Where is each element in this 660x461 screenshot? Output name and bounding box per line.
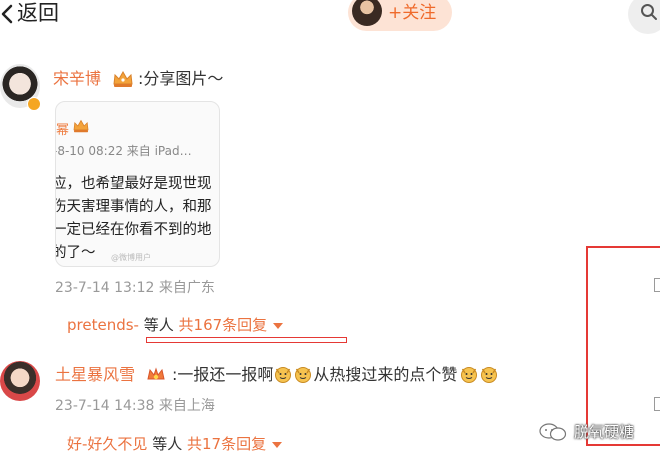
reply-user-name[interactable]: 好-好久不见 <box>67 435 147 453</box>
wechat-logo-icon <box>539 423 567 441</box>
card-text-line: 一定已经在你看不到的地 <box>55 222 212 238</box>
card-text-line: 伤天害理事情的人，和那 <box>55 199 212 215</box>
comment-timestamp: 23-7-14 14:38 来自上海 <box>55 398 215 414</box>
watermark-text: 脱氧硬糖 <box>574 423 635 441</box>
caret-down-icon[interactable] <box>272 441 283 449</box>
back-chevron-icon[interactable] <box>0 0 14 28</box>
reply-summary[interactable]: 好-好久不见 等人 共17条回复 <box>67 433 283 455</box>
comment-text: :分享图片～ <box>138 69 224 88</box>
comment-user-name[interactable]: 宋辛博 <box>53 68 101 90</box>
cropped-icon-fragment <box>654 397 660 411</box>
comment-text: :一报还一报啊 从热搜过来的点个赞 <box>172 364 499 386</box>
crown-icon <box>147 367 165 380</box>
reply-count-link[interactable]: 共17条回复 <box>187 435 266 453</box>
card-watermark: @微博用户 <box>111 253 151 262</box>
annotation-box <box>586 246 660 446</box>
card-text-line: 应，也希望最好是现世现 <box>55 176 212 192</box>
emoji-dog-icon <box>461 367 478 383</box>
crown-icon <box>113 70 133 87</box>
reply-user-name[interactable]: pretends- <box>67 316 139 334</box>
emoji-dog-icon <box>481 367 498 383</box>
search-icon <box>641 4 657 20</box>
emoji-dog-icon <box>275 367 292 383</box>
card-user-name: 幂 <box>56 123 70 138</box>
comment-user-name[interactable]: 土星暴风雪 <box>55 364 135 386</box>
shared-image-card[interactable]: 幂 -8-10 08:22 来自 iPad… 应，也希望最好是现世现 伤天害理事… <box>55 101 220 267</box>
follow-button-label[interactable]: +关注 <box>388 1 436 25</box>
caret-down-icon[interactable] <box>273 322 284 330</box>
card-meta: -8-10 08:22 来自 iPad… <box>55 144 192 158</box>
reply-summary[interactable]: pretends- 等人 共167条回复 <box>67 314 284 336</box>
annotation-underline <box>146 337 347 343</box>
comment-timestamp: 23-7-14 13:12 来自广东 <box>55 280 215 296</box>
card-text-line: 的了～ <box>55 245 96 261</box>
reply-count-link[interactable]: 共167条回复 <box>179 316 268 334</box>
reply-others-label: 等人 <box>152 435 183 453</box>
back-button-label[interactable]: 返回 <box>17 0 59 27</box>
verified-badge-icon <box>27 97 41 111</box>
comment-text-part: 从热搜过来的点个赞 <box>313 365 458 384</box>
emoji-dog-icon <box>295 367 312 383</box>
cropped-icon-fragment <box>654 278 660 292</box>
crown-icon <box>73 119 89 133</box>
avatar[interactable] <box>0 361 40 401</box>
comment-text-part: :一报还一报啊 <box>172 365 274 384</box>
reply-others-label: 等人 <box>143 316 174 334</box>
